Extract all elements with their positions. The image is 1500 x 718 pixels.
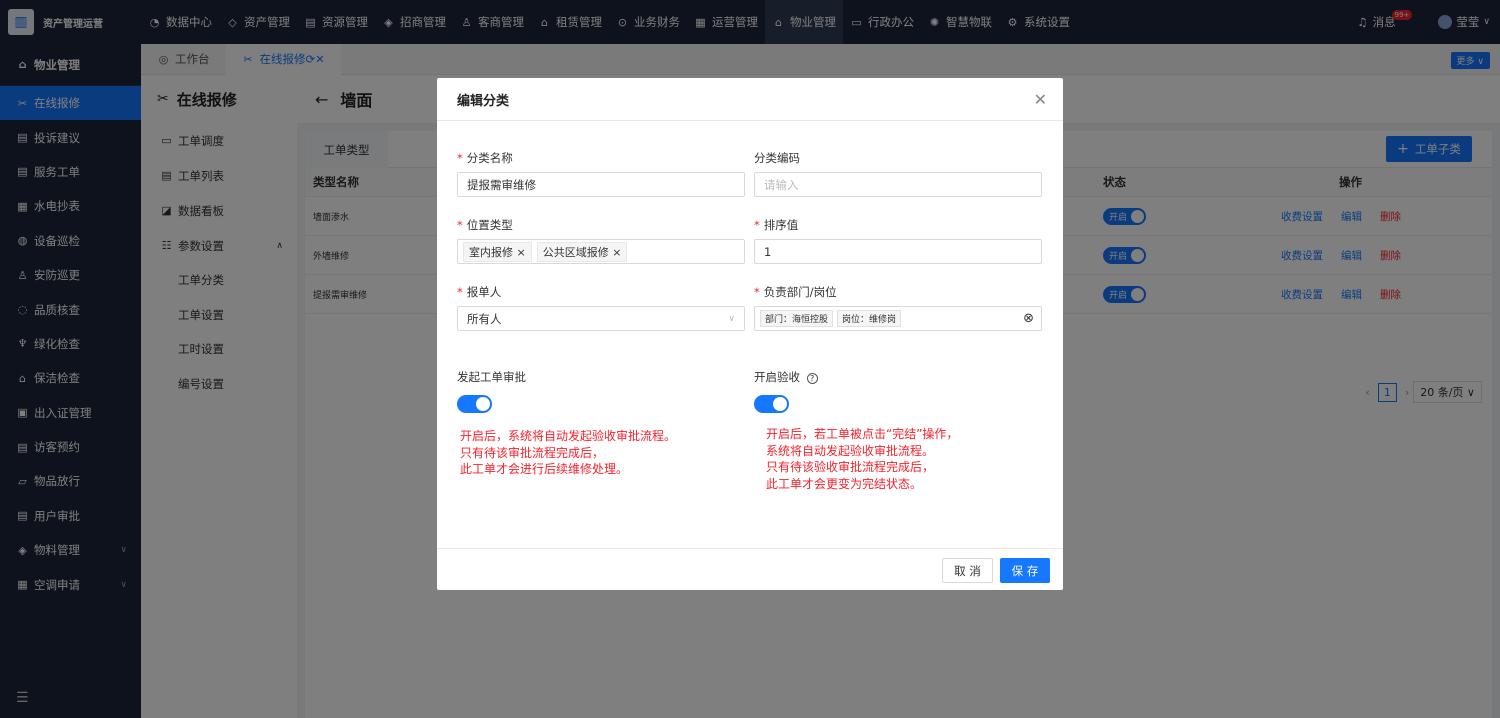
hint-line: 只有待该验收审批流程完成后， xyxy=(766,460,935,474)
dept-select[interactable]: 部门：海恒控股 岗位：维修岗 ⊗ xyxy=(754,306,1042,331)
cancel-button[interactable]: 取 消 xyxy=(942,558,993,583)
reporter-select[interactable]: 所有人 ∨ xyxy=(457,306,745,331)
category-name-label: * 分类名称 xyxy=(457,151,513,165)
hint-line: 开启后，若工单被点击“完结”操作， xyxy=(766,427,959,441)
hint-line: 此工单才会进行后续维修处理。 xyxy=(460,462,629,476)
hint-line: 系统将自动发起验收审批流程。 xyxy=(766,443,935,458)
close-icon[interactable]: × xyxy=(609,246,621,259)
location-tag: 公共区域报修 × xyxy=(536,241,628,262)
acceptance-toggle[interactable] xyxy=(754,395,789,413)
category-code-input[interactable]: 请输入 xyxy=(754,172,1042,197)
question-circle-icon[interactable]: ? xyxy=(806,373,818,384)
dept-label: * 负责部门/岗位 xyxy=(754,285,837,299)
location-tag: 室内报修 × xyxy=(463,241,532,262)
dialog-footer: 取 消 保 存 xyxy=(437,548,1063,590)
acceptance-label-text: 开启验收 xyxy=(754,370,800,384)
approval-toggle[interactable] xyxy=(457,395,492,413)
sort-value-label: * 排序值 xyxy=(754,218,799,232)
hint-line: 只有待该审批流程完成后， xyxy=(460,445,605,460)
dept-tag: 部门：海恒控股 xyxy=(760,310,834,327)
hint-line: 开启后，系统将自动发起验收审批流程。 xyxy=(460,429,677,443)
category-name-input[interactable]: 提报需审维修 xyxy=(457,172,745,197)
close-icon[interactable]: ✕ xyxy=(1034,90,1047,109)
category-code-label: 分类编码 xyxy=(754,151,800,165)
save-button[interactable]: 保 存 xyxy=(1000,558,1050,583)
hint-line: 此工单才会更变为完结状态。 xyxy=(766,476,923,491)
edit-category-dialog: 编辑分类 ✕ * 分类名称 提报需审维修 分类编码 请输入 * 位置类型 室内报修 … xyxy=(437,78,1063,590)
reporter-value: 所有人 xyxy=(467,311,502,326)
dialog-title: 编辑分类 xyxy=(457,93,510,109)
sort-value-input[interactable]: 1 xyxy=(754,239,1042,264)
acceptance-label: 开启验收 ? xyxy=(754,369,818,385)
approval-hint: 开启后，系统将自动发起验收审批流程。 只有待该审批流程完成后， 此工单才会进行后续维… xyxy=(460,428,676,478)
approval-label: 发起工单审批 xyxy=(457,370,526,384)
location-type-label: * 位置类型 xyxy=(457,218,513,232)
dialog-header: 编辑分类 ✕ xyxy=(437,78,1063,121)
location-type-select[interactable]: 室内报修 × 公共区域报修 × xyxy=(457,239,745,264)
close-icon[interactable]: × xyxy=(513,246,525,259)
clear-circle-icon[interactable]: ⊗ xyxy=(1023,311,1034,326)
reporter-label: * 报单人 xyxy=(457,285,502,299)
dept-tag: 岗位：维修岗 xyxy=(837,310,902,327)
location-tag-label: 公共区域报修 xyxy=(542,245,609,259)
acceptance-hint: 开启后，若工单被点击“完结”操作， 系统将自动发起验收审批流程。 只有待该验收审批流… xyxy=(766,426,958,492)
chevron-down-icon: ∨ xyxy=(728,313,735,324)
location-tag-label: 室内报修 xyxy=(469,245,513,259)
